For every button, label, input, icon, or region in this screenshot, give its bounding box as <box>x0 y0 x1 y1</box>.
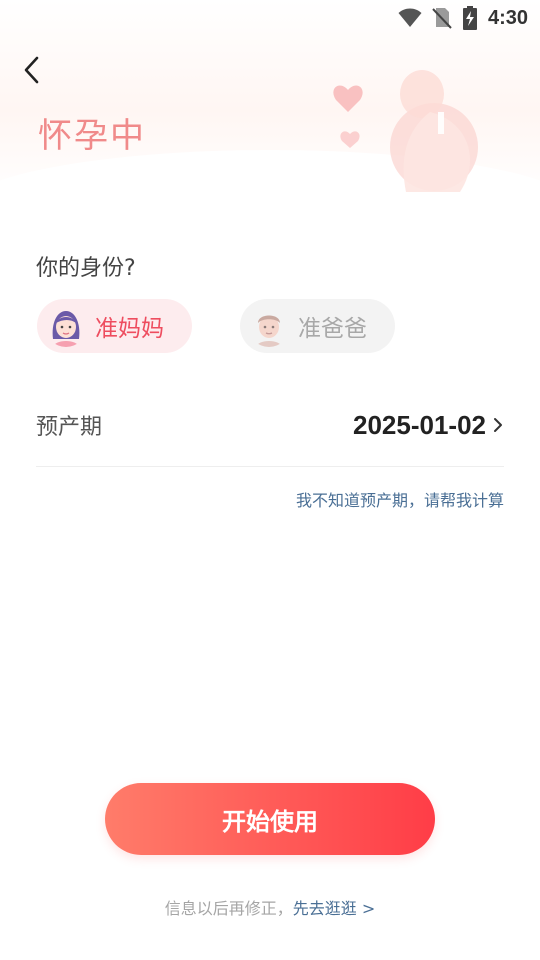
status-bar: 4:30 <box>0 0 540 36</box>
status-time: 4:30 <box>487 6 528 29</box>
calculate-due-date-link[interactable]: 我不知道预产期，请帮我计算 <box>296 487 504 511</box>
chevron-left-icon <box>24 56 39 84</box>
no-sim-icon <box>432 8 452 29</box>
due-date-row[interactable]: 预产期 2025-01-02 <box>36 390 504 460</box>
role-mom-label: 准妈妈 <box>95 316 164 342</box>
due-date-label: 预产期 <box>36 415 103 440</box>
footer-note: 信息以后再修正， <box>164 899 293 918</box>
footer: 信息以后再修正，先去逛逛 > <box>0 895 540 919</box>
role-mom-button[interactable]: 准妈妈 <box>37 299 192 353</box>
wifi-icon <box>398 8 422 27</box>
page-title: 怀孕中 <box>38 116 146 156</box>
start-button[interactable]: 开始使用 <box>105 783 435 855</box>
browse-link[interactable]: 先去逛逛 > <box>293 899 376 918</box>
pregnancy-illustration <box>333 70 478 192</box>
mom-avatar-icon <box>45 305 87 347</box>
back-button[interactable] <box>14 50 50 90</box>
due-date-value-group: 2025-01-02 <box>353 410 504 441</box>
identity-question: 你的身份? <box>36 256 136 281</box>
due-date-value: 2025-01-02 <box>353 409 486 440</box>
dad-avatar-icon <box>248 305 290 347</box>
role-dad-button[interactable]: 准爸爸 <box>240 299 395 353</box>
role-dad-label: 准爸爸 <box>298 316 367 342</box>
chevron-right-icon <box>494 418 502 432</box>
battery-charging-icon <box>462 6 477 30</box>
divider <box>36 466 504 467</box>
